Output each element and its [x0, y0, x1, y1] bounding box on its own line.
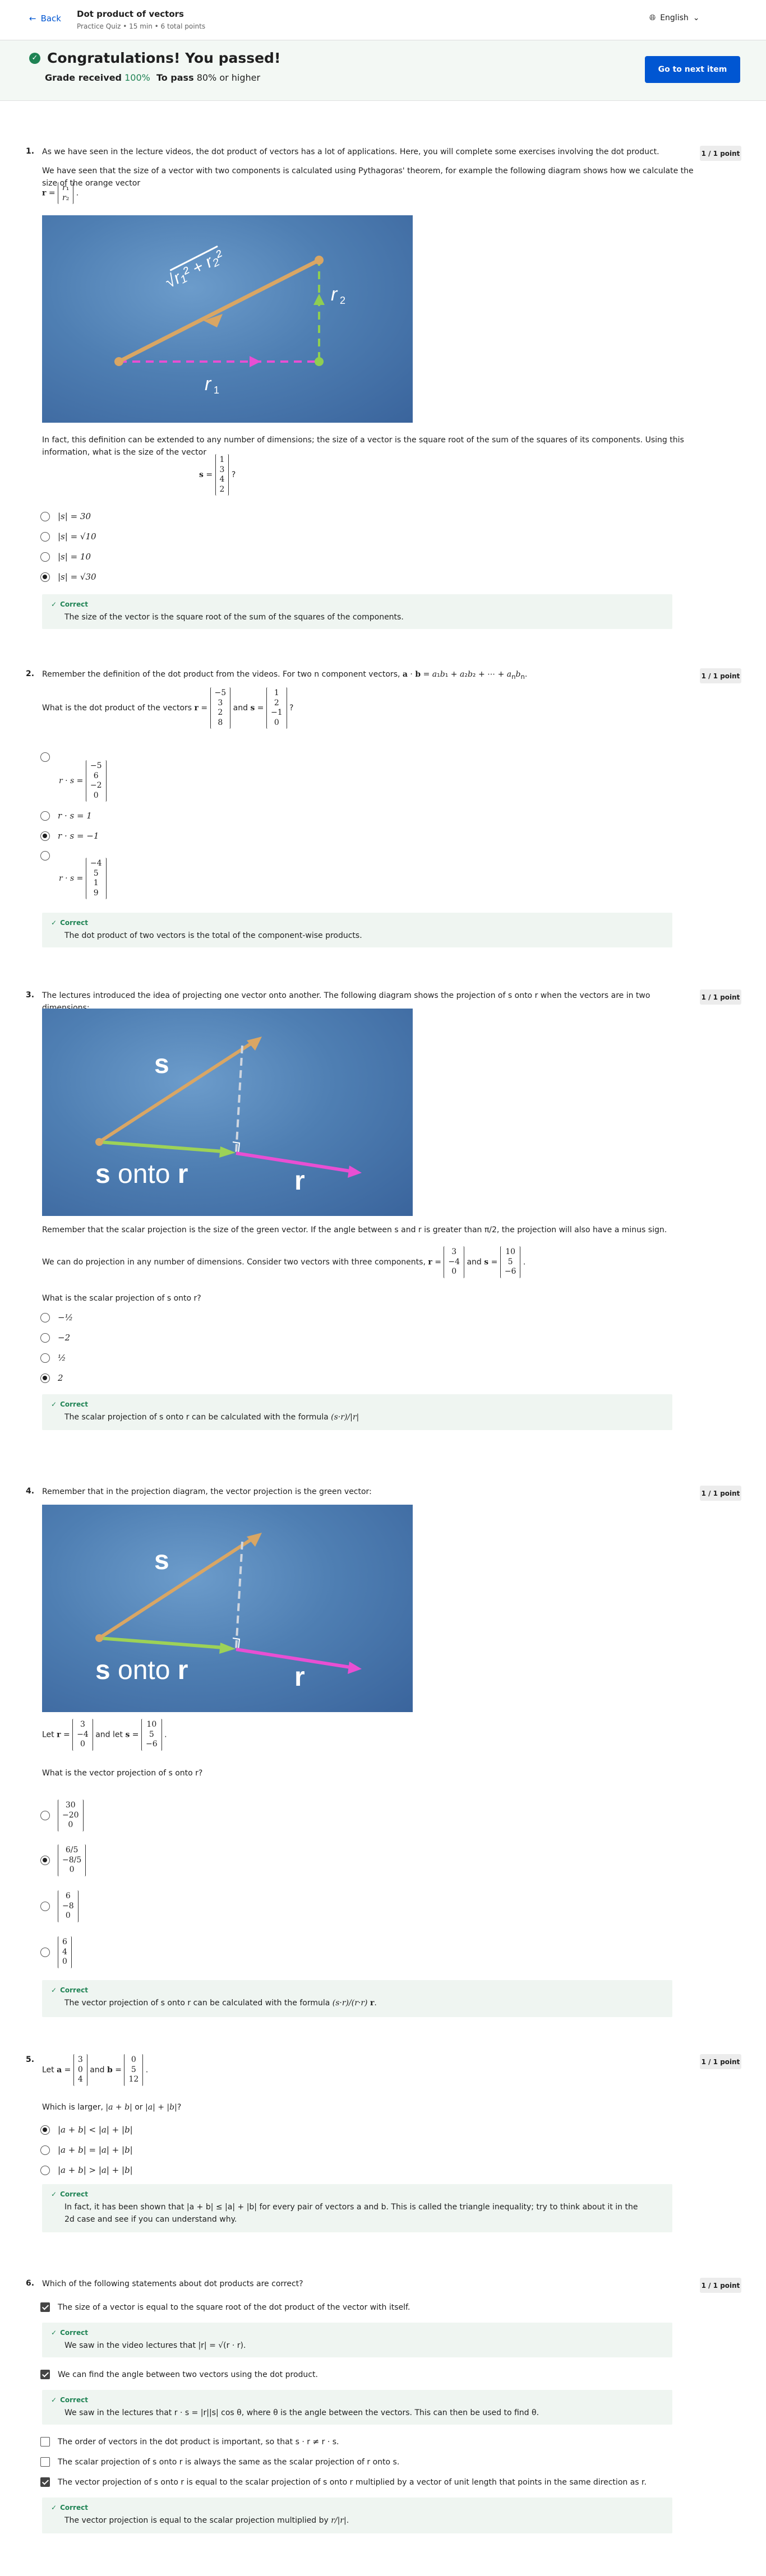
feedback-correct: ✓ Correct The size of the vector is the sq… — [42, 594, 672, 629]
points-badge: 1 / 1 point — [700, 1486, 741, 1501]
check-icon: ✓ — [51, 600, 57, 608]
points-badge: 1 / 1 point — [700, 146, 741, 161]
back-button[interactable]: ← Back — [29, 13, 61, 24]
option[interactable] — [40, 752, 50, 762]
checkbox-option[interactable]: The scalar projection of s onto r is alw… — [40, 2457, 399, 2467]
option[interactable]: 640 — [40, 1936, 72, 1968]
check-circle-icon: ✓ — [29, 52, 40, 64]
points-badge: 1 / 1 point — [700, 989, 741, 1005]
option-selected[interactable]: |a + b| < |a| + |b| — [40, 2125, 133, 2135]
top-header: ← Back Dot product of vectors Practice Qu… — [0, 0, 766, 40]
vector-projection-diagram: s s onto r r — [42, 1505, 413, 1712]
option[interactable]: |a + b| > |a| + |b| — [40, 2165, 133, 2175]
checkbox-option-checked[interactable]: The size of a vector is equal to the squ… — [40, 2302, 410, 2312]
option[interactable]: |s| = 30 — [40, 511, 91, 521]
checkbox-option[interactable]: The order of vectors in the dot product … — [40, 2437, 339, 2446]
check-icon: ✓ — [51, 2329, 57, 2337]
option[interactable]: 30 −20 0 — [40, 1800, 84, 1832]
points-badge: 1 / 1 point — [700, 2054, 741, 2069]
option[interactable]: ½ — [40, 1353, 66, 1363]
result-banner: ✓ Congratulations! You passed! Grade rece… — [0, 40, 766, 101]
check-icon: ✓ — [51, 2396, 57, 2404]
check-icon: ✓ — [51, 2504, 57, 2512]
projection-diagram: s s onto r r — [42, 1009, 413, 1216]
option[interactable]: |s| = 10 — [40, 552, 91, 562]
check-icon: ✓ — [51, 1400, 57, 1408]
language-selector[interactable]: 🌐︎ English ⌄ — [649, 13, 700, 22]
option[interactable]: r · s = 1 — [40, 811, 92, 821]
option[interactable]: 6 −8 0 — [40, 1890, 79, 1922]
option-selected[interactable]: 6/5 −8/5 0 — [40, 1844, 86, 1876]
option-selected[interactable]: |s| = √30 — [40, 572, 96, 582]
globe-icon: 🌐︎ — [649, 13, 656, 22]
feedback-correct: ✓ Correct We saw in the video lectures tha… — [42, 2323, 672, 2357]
arrow-left-icon: ← — [29, 13, 36, 24]
next-item-button[interactable]: Go to next item — [645, 56, 740, 83]
option[interactable]: −½ — [40, 1312, 73, 1322]
feedback-correct: ✓ Correct The scalar projection of s onto … — [42, 1394, 672, 1430]
checkbox-option-checked[interactable]: The vector projection of s onto r is equ… — [40, 2477, 647, 2487]
feedback-correct: ✓ Correct The dot product of two vectors i… — [42, 913, 672, 947]
option-selected[interactable]: 2 — [40, 1373, 63, 1383]
quiz-title: Dot product of vectors — [77, 9, 184, 19]
option[interactable] — [40, 851, 50, 861]
check-icon: ✓ — [51, 919, 57, 927]
points-badge: 1 / 1 point — [700, 668, 741, 683]
option[interactable]: −2 — [40, 1333, 70, 1343]
option[interactable]: |s| = √10 — [40, 531, 96, 542]
points-badge: 1 / 1 point — [700, 2278, 741, 2293]
passed-title: Congratulations! You passed! — [47, 50, 281, 66]
check-icon: ✓ — [51, 2190, 57, 2198]
pythagoras-diagram: r1 r2 √r₁² + r₂² — [42, 215, 413, 423]
checkbox-option-checked[interactable]: We can find the angle between two vector… — [40, 2370, 318, 2379]
feedback-correct: ✓ Correct In fact, it has been shown that … — [42, 2184, 672, 2232]
feedback-correct: ✓ Correct The vector projection of s onto … — [42, 1980, 672, 2017]
feedback-correct: ✓ Correct The vector projection is equal t… — [42, 2498, 672, 2533]
chevron-down-icon: ⌄ — [693, 13, 700, 22]
check-icon: ✓ — [51, 1986, 57, 1994]
grade-info: Grade received 100% To pass 80% or highe… — [45, 72, 261, 83]
option[interactable]: |a + b| = |a| + |b| — [40, 2145, 133, 2155]
feedback-correct: ✓ Correct We saw in the lectures that r · … — [42, 2390, 672, 2425]
quiz-subtitle: Practice Quiz • 15 min • 6 total points — [77, 22, 206, 30]
option-selected[interactable]: r · s = −1 — [40, 831, 99, 841]
